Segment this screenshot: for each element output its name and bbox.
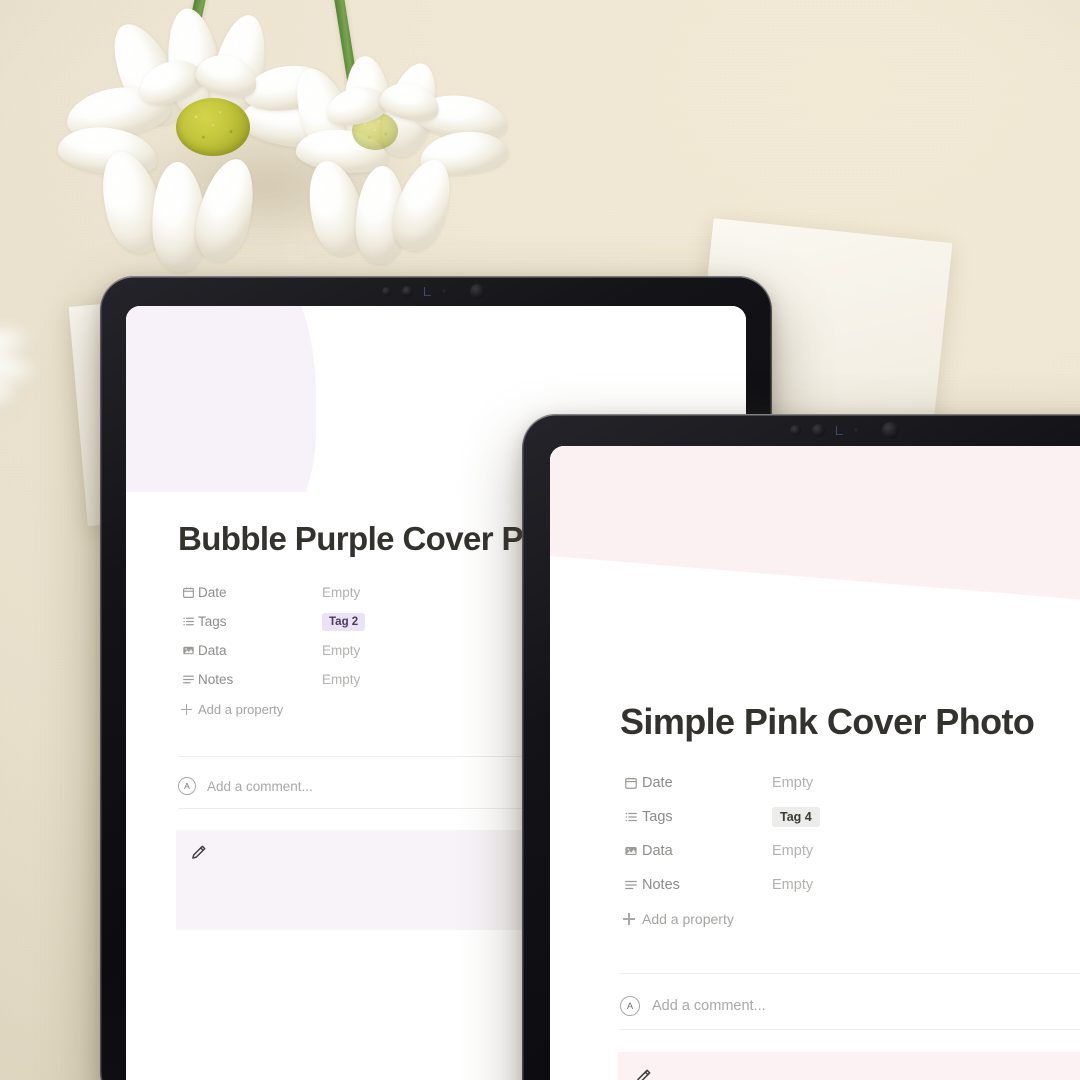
- notion-page-pink: Simple Pink Cover Photo Date Empty Tags …: [550, 446, 1080, 1080]
- front-camera-bar: [790, 421, 899, 439]
- property-value[interactable]: Tag 2: [322, 612, 366, 631]
- divider-bottom: [620, 1029, 1080, 1030]
- property-value[interactable]: Tag 4: [772, 807, 820, 827]
- page-cover-pink: [550, 446, 1080, 666]
- plus-icon: [620, 912, 642, 926]
- property-label: Notes: [642, 877, 680, 893]
- note-block[interactable]: [618, 1052, 1080, 1080]
- add-comment-placeholder[interactable]: Add a comment...: [207, 779, 313, 794]
- property-label: Data: [642, 843, 673, 859]
- plus-icon: [178, 703, 198, 716]
- divider-top: [620, 973, 1080, 974]
- property-label: Date: [198, 585, 227, 600]
- pencil-icon[interactable]: [190, 844, 207, 861]
- avatar: A: [620, 996, 640, 1016]
- text-lines-icon: [178, 673, 198, 686]
- property-label: Data: [198, 643, 227, 658]
- tablet-simple-pink: Simple Pink Cover Photo Date Empty Tags …: [522, 414, 1080, 1080]
- property-value[interactable]: Empty: [322, 672, 360, 687]
- property-value[interactable]: Empty: [322, 643, 360, 658]
- property-list-pink: Date Empty Tags Tag 4 Data Empty Notes E…: [620, 766, 1080, 936]
- property-row-date[interactable]: Date Empty: [620, 766, 1080, 800]
- property-label: Date: [642, 775, 673, 791]
- page-title[interactable]: Simple Pink Cover Photo: [620, 701, 1035, 743]
- front-camera-bar: [382, 283, 485, 299]
- tablet-screen-pink: Simple Pink Cover Photo Date Empty Tags …: [550, 446, 1080, 1080]
- add-property-label: Add a property: [198, 701, 284, 717]
- property-value[interactable]: Empty: [772, 843, 813, 859]
- pencil-icon[interactable]: [634, 1068, 652, 1080]
- property-label: Notes: [198, 672, 234, 687]
- add-property-label: Add a property: [642, 911, 734, 927]
- media-icon: [620, 844, 642, 858]
- property-label: Tags: [198, 614, 227, 629]
- property-label: Tags: [642, 809, 673, 825]
- list-icon: [620, 810, 642, 824]
- add-comment-placeholder[interactable]: Add a comment...: [652, 998, 766, 1014]
- property-value[interactable]: Empty: [772, 877, 813, 893]
- status-badge[interactable]: Tag 2: [322, 613, 366, 631]
- cover-wedge-shape: [550, 446, 1080, 609]
- media-icon: [178, 644, 198, 657]
- add-comment-row[interactable]: A Add a comment...: [178, 766, 313, 806]
- flat-lay-scene: Bubble Purple Cover Photo Date Empty Tag…: [0, 0, 1080, 1080]
- property-row-tags[interactable]: Tags Tag 4: [620, 800, 1080, 834]
- calendar-icon: [620, 776, 642, 790]
- text-lines-icon: [620, 878, 642, 892]
- add-property-button[interactable]: Add a property: [620, 902, 1080, 936]
- property-value[interactable]: Empty: [772, 775, 813, 791]
- add-comment-row[interactable]: A Add a comment...: [620, 984, 766, 1028]
- property-value[interactable]: Empty: [322, 585, 360, 600]
- calendar-icon: [178, 586, 198, 599]
- cover-blob-shape: [126, 306, 316, 492]
- status-badge[interactable]: Tag 4: [772, 807, 820, 827]
- property-row-data[interactable]: Data Empty: [620, 834, 1080, 868]
- avatar: A: [178, 777, 196, 795]
- list-icon: [178, 615, 198, 628]
- property-row-notes[interactable]: Notes Empty: [620, 868, 1080, 902]
